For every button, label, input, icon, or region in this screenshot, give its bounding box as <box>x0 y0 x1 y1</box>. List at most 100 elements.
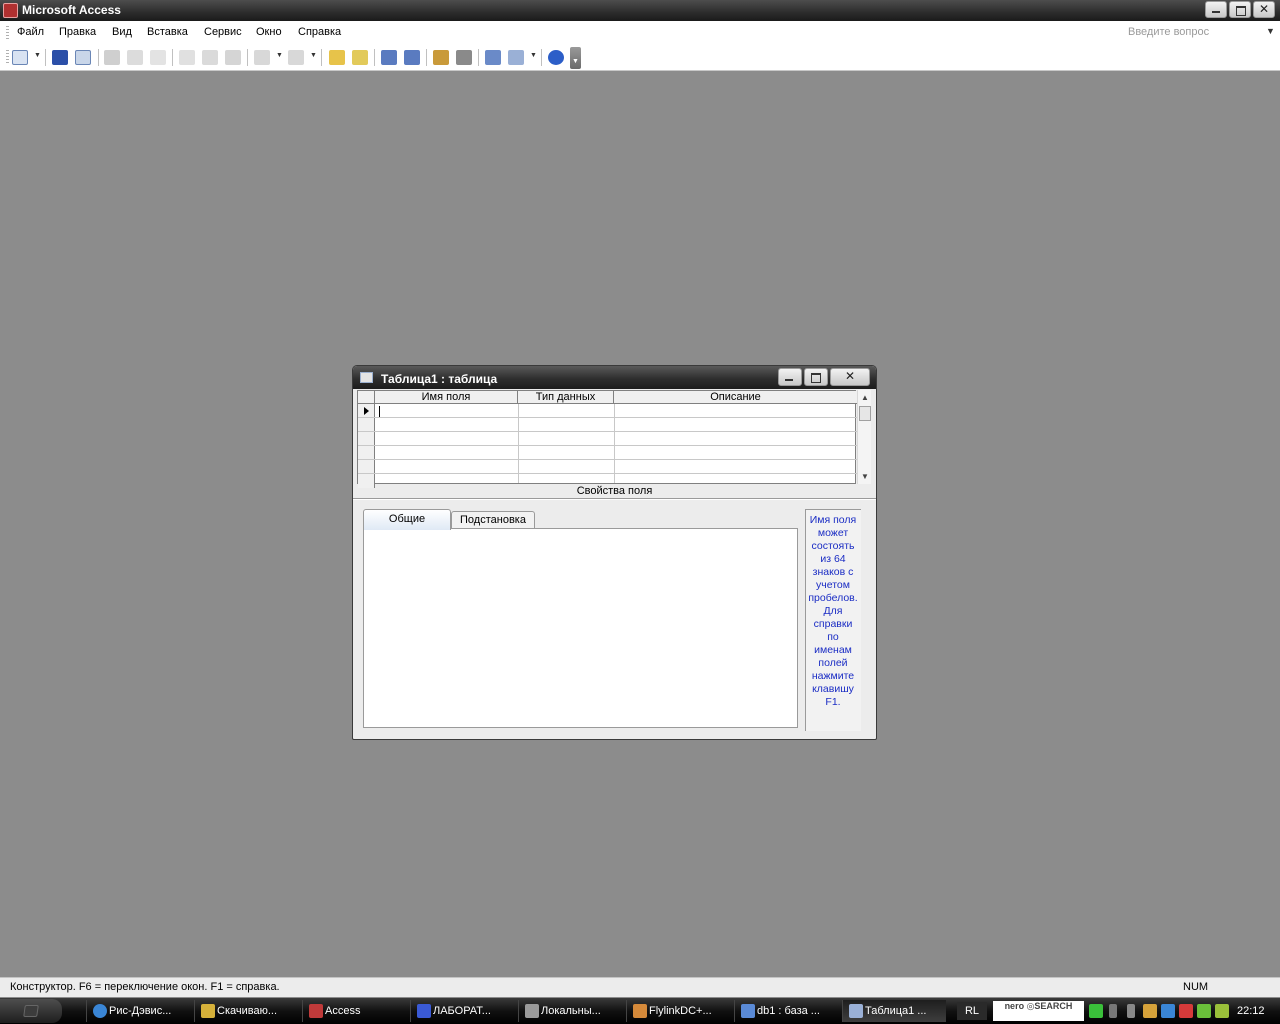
toolbar-separator <box>247 49 248 66</box>
taskbar-item-access[interactable]: Access <box>302 1000 406 1022</box>
table-maximize-button[interactable] <box>804 368 828 386</box>
taskbar-item-chrome[interactable]: Рис-Дэвис... <box>86 1000 190 1022</box>
taskbar-item-word[interactable]: ЛАБОРАТ... <box>410 1000 514 1022</box>
help-icon[interactable] <box>548 50 564 65</box>
taskbar-item-download[interactable]: Скачиваю... <box>194 1000 298 1022</box>
app-title: Microsoft Access <box>22 3 121 17</box>
database-window-icon[interactable] <box>485 50 501 65</box>
tab-lookup[interactable]: Подстановка <box>451 511 535 529</box>
view-dropdown-icon[interactable]: ▼ <box>34 52 41 59</box>
status-text: Конструктор. F6 = переключение окон. F1 … <box>10 981 280 993</box>
close-button[interactable]: ✕ <box>1253 1 1275 18</box>
pane-splitter[interactable] <box>353 498 876 500</box>
word-icon <box>417 1004 431 1018</box>
table-row[interactable] <box>358 446 857 460</box>
scroll-thumb[interactable] <box>859 406 871 421</box>
save-icon[interactable] <box>52 50 68 65</box>
network-icon[interactable] <box>1161 1004 1175 1018</box>
table-row[interactable] <box>358 404 857 418</box>
minimize-button[interactable] <box>1205 1 1227 18</box>
database-icon <box>741 1004 755 1018</box>
menu-help[interactable]: Справка <box>298 26 341 38</box>
question-dropdown-icon[interactable]: ▼ <box>1266 26 1275 36</box>
table-minimize-button[interactable] <box>778 368 802 386</box>
row-selector[interactable] <box>358 446 375 459</box>
toolbar-separator <box>172 49 173 66</box>
build-wizard-icon[interactable] <box>456 50 472 65</box>
start-button[interactable] <box>0 999 62 1023</box>
column-header-field-name[interactable]: Имя поля <box>375 391 518 404</box>
menu-insert[interactable]: Вставка <box>147 26 188 38</box>
menu-tools[interactable]: Сервис <box>204 26 242 38</box>
row-selector[interactable] <box>358 460 375 473</box>
menu-grip[interactable] <box>6 26 9 39</box>
primary-key-icon[interactable] <box>329 50 345 65</box>
redo-dropdown-icon[interactable]: ▼ <box>310 52 317 59</box>
menu-view[interactable]: Вид <box>112 26 132 38</box>
chevron-down-icon[interactable] <box>1109 1004 1117 1018</box>
field-help-box: Имя поля может состоять из 64 знаков с у… <box>805 509 861 731</box>
toolbar-separator <box>45 49 46 66</box>
taskbar-item-flylink[interactable]: FlylinkDC+... <box>626 1000 730 1022</box>
toolbar-separator <box>374 49 375 66</box>
nvidia-icon[interactable] <box>1197 1004 1211 1018</box>
toolbar-grip[interactable] <box>6 50 9 65</box>
menu-edit[interactable]: Правка <box>59 26 96 38</box>
build-icon[interactable] <box>352 50 368 65</box>
delete-rows-icon[interactable] <box>404 50 420 65</box>
scroll-down-icon[interactable]: ▼ <box>861 472 869 481</box>
table-close-button[interactable]: ✕ <box>830 368 870 386</box>
copy-icon[interactable] <box>202 50 218 65</box>
view-icon[interactable] <box>12 50 28 65</box>
new-object-dropdown-icon[interactable]: ▼ <box>530 52 537 59</box>
properties-icon[interactable] <box>433 50 449 65</box>
maximize-button[interactable] <box>1229 1 1251 18</box>
spelling-icon[interactable] <box>150 50 166 65</box>
arrow-icon[interactable] <box>1089 1004 1103 1018</box>
nero-search-box[interactable]: nero ◎SEARCH <box>993 1001 1084 1021</box>
search-icon[interactable] <box>75 50 91 65</box>
table-window-controls: ✕ <box>778 368 870 386</box>
access-icon <box>309 1004 323 1018</box>
cut-icon[interactable] <box>179 50 195 65</box>
tab-general[interactable]: Общие <box>363 509 451 530</box>
grid-corner[interactable] <box>358 391 375 404</box>
antivirus-icon[interactable] <box>1179 1004 1193 1018</box>
menu-window[interactable]: Окно <box>256 26 282 38</box>
flylink-tray-icon[interactable] <box>1143 1004 1157 1018</box>
undo-dropdown-icon[interactable]: ▼ <box>276 52 283 59</box>
taskbar-item-label: Скачиваю... <box>217 1005 278 1017</box>
scroll-up-icon[interactable]: ▲ <box>861 393 869 402</box>
grid-vertical-scrollbar[interactable]: ▲ ▼ <box>857 390 871 484</box>
table-row[interactable] <box>358 460 857 474</box>
access-app-icon[interactable] <box>3 3 18 18</box>
toolbar-separator <box>321 49 322 66</box>
question-input[interactable]: Введите вопрос <box>1128 26 1209 38</box>
table-row[interactable] <box>358 418 857 432</box>
row-selector[interactable] <box>358 432 375 445</box>
taskbar-item-db1[interactable]: db1 : база ... <box>734 1000 838 1022</box>
menu-file[interactable]: Файл <box>17 26 44 38</box>
row-selector[interactable] <box>358 418 375 431</box>
new-object-icon[interactable] <box>508 50 524 65</box>
taskbar-item-label: ЛАБОРАТ... <box>433 1005 491 1017</box>
column-header-description[interactable]: Описание <box>614 391 857 404</box>
column-header-data-type[interactable]: Тип данных <box>518 391 614 404</box>
row-selector[interactable] <box>358 404 375 417</box>
clock[interactable]: 22:12 <box>1237 1002 1265 1020</box>
chevron-left-icon[interactable] <box>1127 1004 1135 1018</box>
insert-rows-icon[interactable] <box>381 50 397 65</box>
redo-icon[interactable] <box>288 50 304 65</box>
language-indicator[interactable]: RL <box>957 1002 987 1020</box>
volume-icon[interactable] <box>1215 1004 1229 1018</box>
taskbar-item-table1[interactable]: Таблица1 ... <box>842 1000 946 1022</box>
print-icon[interactable] <box>104 50 120 65</box>
toolbar-options-icon[interactable]: ▼ <box>570 47 581 69</box>
table-window-titlebar[interactable]: Таблица1 : таблица ✕ <box>353 366 876 389</box>
table-row[interactable] <box>358 432 857 446</box>
taskbar-item-label: Локальны... <box>541 1005 601 1017</box>
taskbar-item-local[interactable]: Локальны... <box>518 1000 622 1022</box>
paste-icon[interactable] <box>225 50 241 65</box>
print-preview-icon[interactable] <box>127 50 143 65</box>
undo-icon[interactable] <box>254 50 270 65</box>
